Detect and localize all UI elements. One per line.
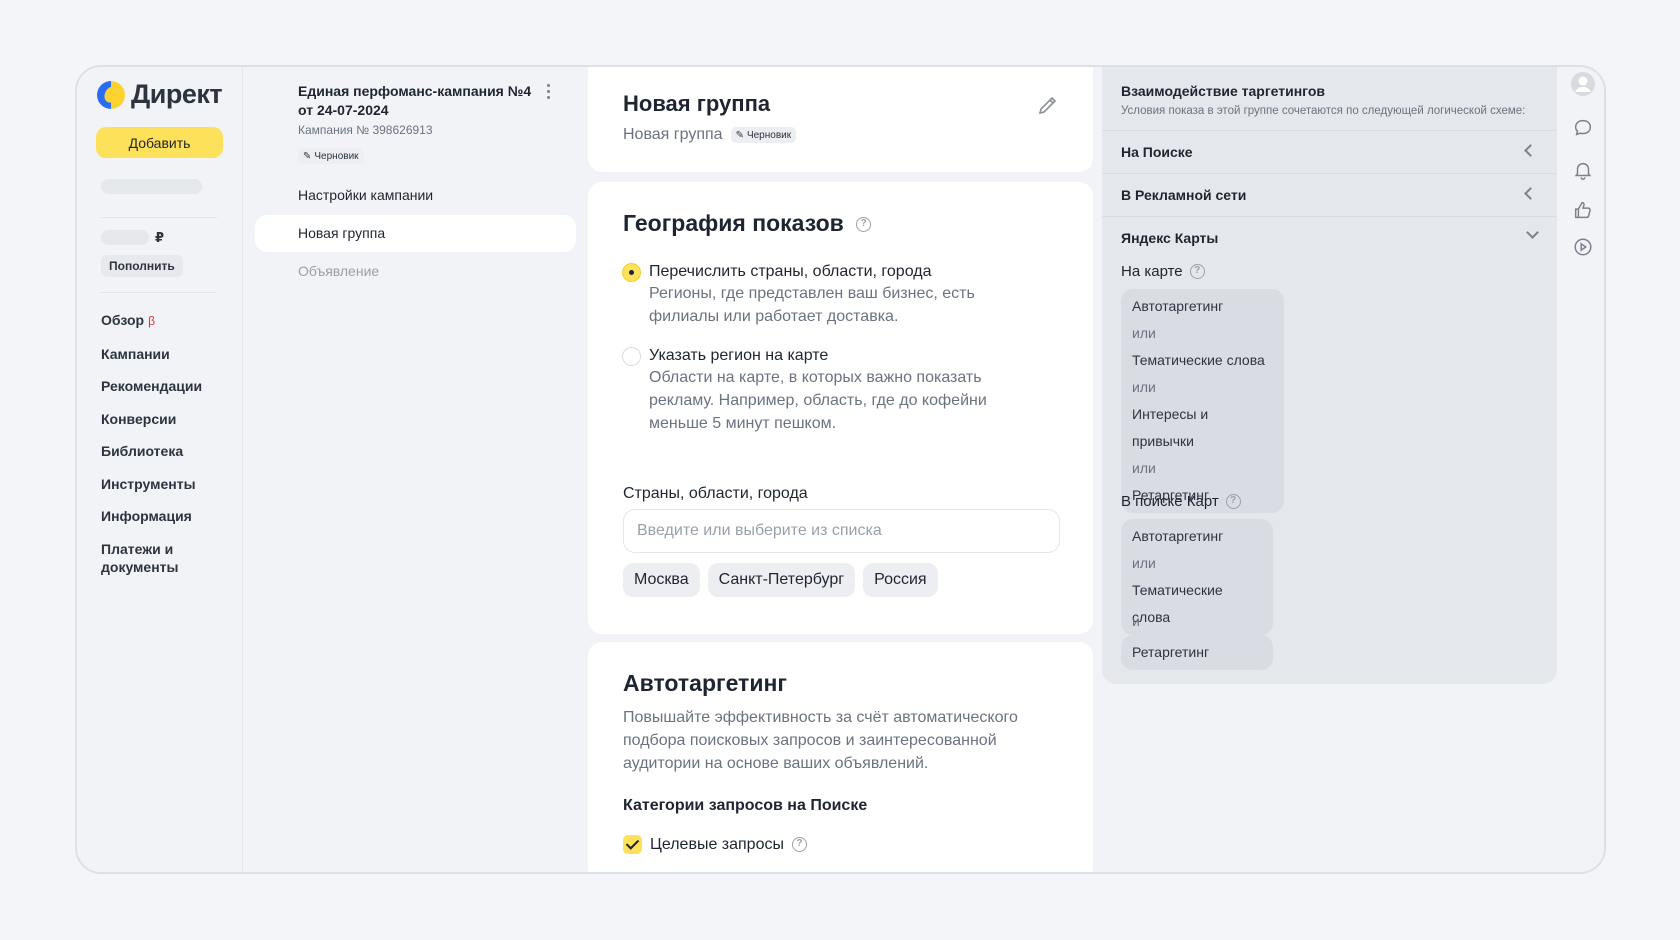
main-sidebar: Директ Добавить ₽ Пополнить Обзор β Кампа… [77, 67, 243, 872]
balance-placeholder [101, 230, 149, 245]
section-yandex-maps[interactable]: Яндекс Карты [1102, 216, 1557, 259]
nav-item-library[interactable]: Библиотека [101, 442, 221, 460]
on-map-heading: На карте? [1121, 263, 1205, 280]
checkbox-checked[interactable] [623, 835, 642, 854]
or-label: или [1132, 555, 1156, 571]
chevron-down-icon [1526, 226, 1539, 239]
divider [101, 292, 217, 293]
chat-icon[interactable] [1572, 117, 1594, 139]
and-label: и [1132, 613, 1140, 629]
divider [101, 217, 217, 218]
targeting-item: Автотаргетинг [1132, 528, 1224, 544]
status-badge: ✎ Черновик [730, 127, 797, 143]
campaign-number: Кампания № 398626913 [298, 123, 433, 137]
targeting-subtitle: Условия показа в этой группе сочетаются … [1121, 105, 1526, 117]
option-title: Перечислить страны, области, города [649, 263, 932, 280]
nav-item-information[interactable]: Информация [101, 507, 221, 525]
categories-title: Категории запросов на Поиске [623, 797, 868, 814]
brand-logo[interactable]: Директ [97, 79, 223, 110]
group-name: Новая группа [623, 126, 723, 143]
main-content: Новая группа Новая группа ✎ Черновик Геог… [588, 67, 1093, 872]
option-description: Области на карте, в которых важно показа… [649, 369, 987, 432]
main-nav: Обзор β Кампании Рекомендации Конверсии Б… [101, 311, 221, 590]
nav-item-conversions[interactable]: Конверсии [101, 410, 221, 428]
app-window: Директ Добавить ₽ Пополнить Обзор β Кампа… [75, 65, 1606, 874]
nav-item-recommendations[interactable]: Рекомендации [101, 377, 221, 395]
bell-icon[interactable] [1572, 159, 1594, 181]
geo-search-input[interactable] [623, 509, 1060, 553]
group-header-card: Новая группа Новая группа ✎ Черновик [588, 67, 1093, 172]
status-badge: ✎ Черновик [298, 148, 364, 164]
radio-unselected[interactable] [622, 347, 641, 366]
account-name-placeholder [101, 179, 202, 194]
chip-saint-petersburg[interactable]: Санкт-Петербург [707, 563, 856, 597]
page-title: Новая группа [623, 91, 771, 116]
beta-badge: β [148, 314, 155, 328]
targeting-item: Автотаргетинг [1132, 298, 1224, 314]
yandex-direct-logo-icon [97, 80, 125, 109]
nav-item-payments[interactable]: Платежи и документы [101, 540, 221, 576]
more-menu-icon[interactable] [544, 83, 552, 99]
chip-russia[interactable]: Россия [863, 563, 938, 597]
play-icon[interactable] [1572, 236, 1594, 258]
campaign-settings-link[interactable]: Настройки кампании [298, 187, 433, 203]
pencil-small-icon: ✎ [735, 129, 744, 141]
avatar-icon[interactable] [1570, 71, 1596, 97]
option-title: Указать регион на карте [649, 347, 829, 364]
currency-sign: ₽ [155, 230, 165, 245]
help-icon[interactable]: ? [1225, 494, 1241, 509]
pencil-small-icon: ✎ [303, 150, 312, 162]
autotargeting-card: Автотаргетинг Повышайте эффективность за… [588, 642, 1093, 874]
group-subtitle: Новая группа ✎ Черновик [623, 126, 797, 144]
campaign-sidebar: Единая перфоманс-кампания №4 от 24-07-20… [243, 67, 576, 872]
nav-item-tools[interactable]: Инструменты [101, 475, 221, 493]
on-map-targeting-group: Автотаргетинг или Тематические слова или… [1121, 289, 1284, 513]
section-ad-network[interactable]: В Рекламной сети [1102, 173, 1557, 216]
nav-item-label: Обзор [101, 312, 145, 328]
campaign-title: Единая перфоманс-кампания №4 от 24-07-20… [298, 83, 532, 118]
right-rail [1562, 67, 1604, 872]
targeting-item: Интересы и привычки [1132, 406, 1209, 449]
targeting-item: Тематические слова [1132, 352, 1265, 368]
target-queries-checkbox-row[interactable]: Целевые запросы ? [623, 835, 807, 854]
autotargeting-description: Повышайте эффективность за счёт автомати… [623, 709, 1018, 772]
geo-option-map[interactable]: Указать регион на карте Области на карте… [622, 346, 1044, 435]
or-label: или [1132, 460, 1156, 476]
map-search-targeting-group: Автотаргетинг или Тематические слова [1121, 519, 1273, 635]
add-button[interactable]: Добавить [96, 127, 223, 158]
nav-item-overview[interactable]: Обзор β [101, 311, 221, 330]
targeting-item: Тематические слова [1132, 582, 1223, 625]
new-group-link[interactable]: Новая группа [255, 215, 576, 252]
help-icon[interactable]: ? [791, 837, 807, 852]
brand-name: Директ [131, 79, 223, 109]
option-description: Регионы, где представлен ваш бизнес, ест… [649, 285, 975, 325]
section-search[interactable]: На Поиске [1102, 130, 1557, 173]
help-icon[interactable]: ? [856, 217, 872, 233]
chevron-left-icon [1524, 187, 1537, 200]
targeting-panel: Взаимодействие таргетингов Условия показ… [1102, 67, 1557, 684]
geo-option-list[interactable]: Перечислить страны, области, города Реги… [622, 262, 1044, 328]
targeting-title: Взаимодействие таргетингов [1121, 83, 1325, 99]
geo-card: География показов ? Перечислить страны, … [588, 182, 1093, 634]
ad-link[interactable]: Объявление [298, 263, 379, 279]
geo-chips: Москва Санкт-Петербург Россия [623, 563, 938, 597]
checkbox-checked[interactable] [623, 872, 642, 874]
chip-moscow[interactable]: Москва [623, 563, 700, 597]
geo-field-label: Страны, области, города [623, 485, 808, 502]
edit-pencil-icon[interactable] [1036, 93, 1060, 117]
help-icon[interactable]: ? [1189, 264, 1205, 279]
or-label: или [1132, 379, 1156, 395]
thumbs-up-icon[interactable] [1572, 199, 1594, 221]
retargeting-group: Ретаргетинг [1121, 635, 1273, 670]
checkbox-label: Целевые запросы [650, 835, 784, 853]
map-search-heading: В поиске Карт? [1121, 493, 1241, 510]
nav-item-campaigns[interactable]: Кампании [101, 345, 221, 363]
chevron-left-icon [1524, 144, 1537, 157]
or-label: или [1132, 325, 1156, 341]
radio-selected[interactable] [622, 263, 641, 282]
topup-button[interactable]: Пополнить [101, 255, 183, 277]
autotargeting-title: Автотаргетинг [623, 670, 787, 696]
geo-title: География показов ? [623, 210, 872, 237]
targeting-item: Ретаргетинг [1132, 644, 1210, 660]
